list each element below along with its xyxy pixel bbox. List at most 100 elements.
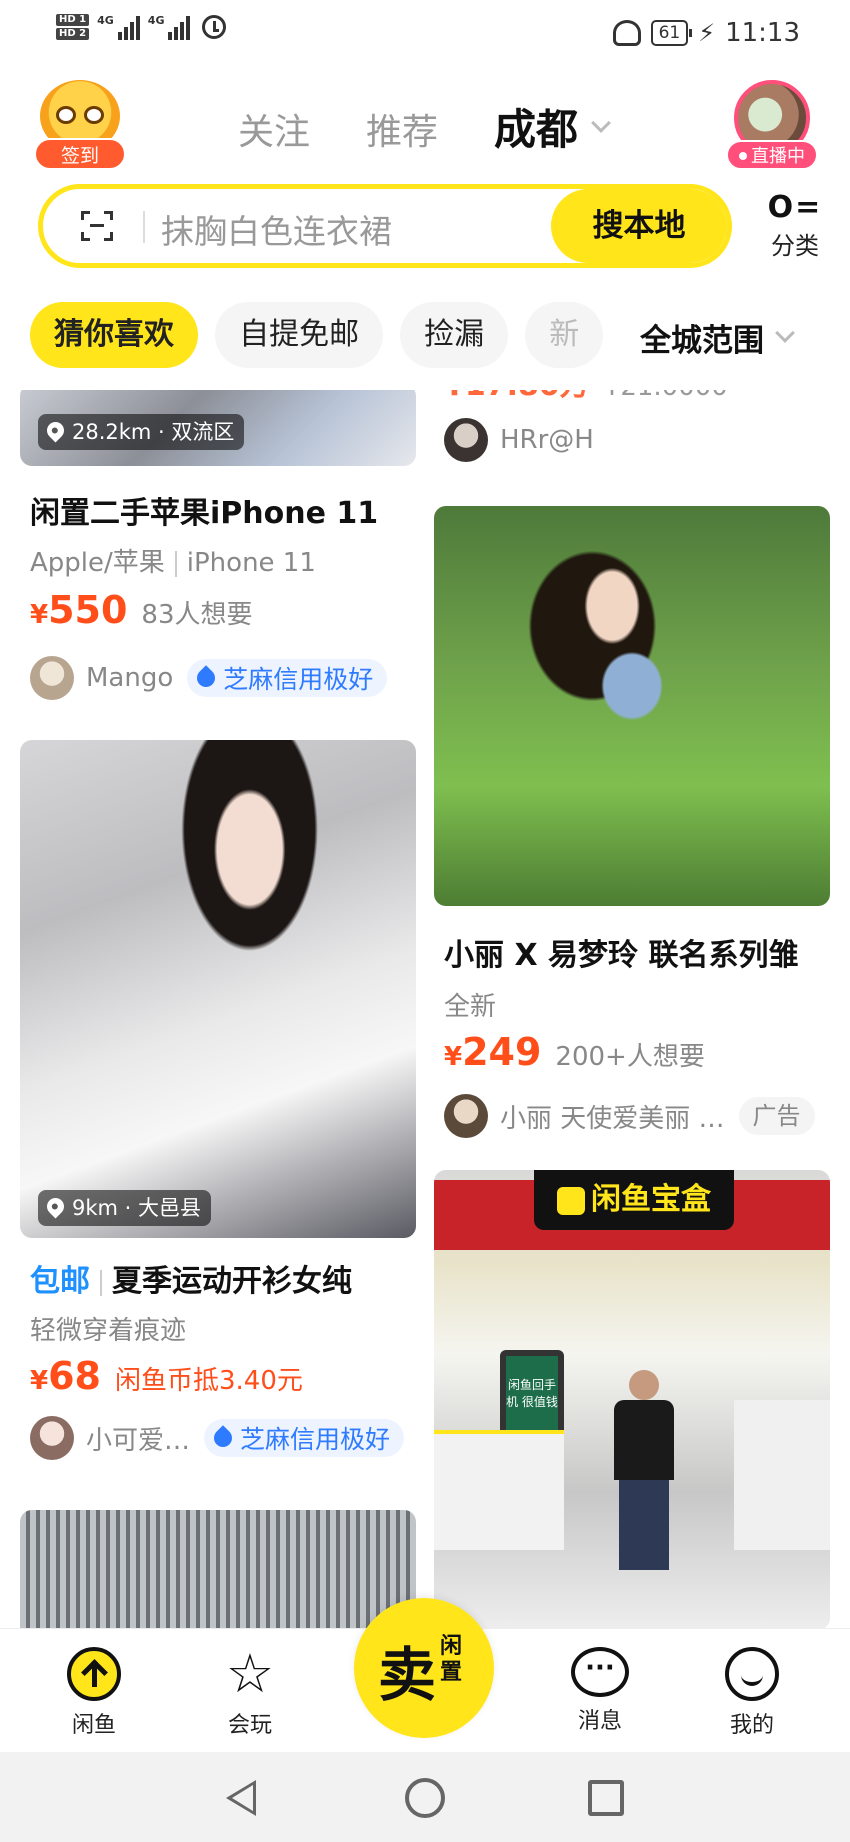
chip-new[interactable]: 新 — [525, 302, 604, 368]
tab-city[interactable]: 成都 — [494, 96, 578, 157]
product-subtitle: 轻微穿着痕迹 — [30, 1316, 187, 1346]
product-image — [20, 1510, 416, 1628]
person-figure — [614, 1370, 674, 1580]
seller-row: Mango 芝麻信用极好 — [30, 656, 388, 700]
location-pin-icon — [43, 1194, 68, 1219]
free-shipping-tag: 包邮 — [30, 1264, 90, 1299]
nav-play[interactable]: ☆ 会玩 — [200, 1647, 300, 1739]
product-image: 闲鱼宝盒 闲鱼回手机 很值钱 — [434, 1170, 830, 1628]
chip-bargain[interactable]: 捡漏 — [400, 302, 509, 368]
scan-icon[interactable] — [81, 211, 113, 241]
seller-avatar[interactable] — [444, 418, 488, 462]
hd2-label: HD 2 — [56, 28, 90, 40]
tab-recommend[interactable]: 推荐 — [366, 103, 438, 155]
separator — [100, 1269, 102, 1296]
hd1-label: HD 1 — [56, 14, 90, 26]
search-bar[interactable]: 抹胸白色连衣裙 搜本地 — [38, 184, 732, 268]
chevron-down-icon[interactable] — [591, 113, 611, 133]
product-brand-line: Apple/苹果 iPhone 11 — [30, 542, 316, 579]
separator — [174, 550, 177, 577]
search-divider — [143, 211, 145, 243]
price: 249 — [462, 1030, 542, 1074]
price: ¥17.80万 — [444, 390, 590, 404]
want-count: 200+人想要 — [555, 1042, 705, 1072]
signal-icon-2: 4G — [148, 14, 191, 40]
price-row: ¥ 249 200+人想要 — [444, 1030, 705, 1074]
nav-messages[interactable]: ··· 消息 — [550, 1647, 650, 1735]
seller-avatar[interactable] — [30, 656, 74, 700]
chip-free-shipping[interactable]: 自提免邮 — [215, 302, 384, 368]
charging-icon: ⚡ — [698, 19, 716, 47]
battery-icon: 61 — [650, 20, 692, 46]
product-card-dress[interactable]: 小丽 X 易梦玲 联名系列雏 全新 ¥ 249 200+人想要 小丽 天使爱美丽… — [434, 506, 830, 1146]
product-card-partial[interactable] — [20, 1510, 416, 1628]
search-local-button[interactable]: 搜本地 — [551, 189, 727, 263]
seller-name[interactable]: Mango — [86, 663, 173, 693]
nav-home[interactable]: 闲鱼 — [44, 1647, 144, 1739]
nav-mine[interactable]: 我的 — [702, 1647, 802, 1739]
product-card-store[interactable]: 闲鱼宝盒 闲鱼回手机 很值钱 — [434, 1170, 830, 1628]
category-button[interactable]: O= 分类 — [760, 190, 830, 261]
top-header: 签到 关注 推荐 成都 直播中 — [0, 78, 850, 170]
location-badge: 28.2km · 双流区 — [38, 414, 245, 450]
live-button[interactable]: 直播中 — [726, 80, 818, 170]
seller-name[interactable]: 小可爱… — [86, 1420, 190, 1457]
nav-play-label: 会玩 — [227, 1713, 272, 1738]
product-card-cardigan[interactable]: 9km · 大邑县 包邮 夏季运动开衫女纯 轻微穿着痕迹 ¥ 68 闲鱼币抵3.4… — [20, 740, 416, 1460]
banner-text: 闲鱼宝盒 — [591, 1182, 711, 1217]
home-circle-icon[interactable] — [405, 1778, 445, 1818]
chat-icon: ··· — [571, 1647, 629, 1697]
product-card-iphone[interactable]: 28.2km · 双流区 闲置二手苹果iPhone 11 Apple/苹果 iPh… — [20, 390, 416, 704]
kiosk-text: 闲鱼回手机 很值钱 — [506, 1378, 558, 1409]
product-subtitle: 全新 — [444, 992, 497, 1022]
product-card-car[interactable]: ¥17.80万 ¥21.0000 HRr@H — [434, 390, 830, 470]
seller-name[interactable]: HRr@H — [500, 425, 594, 455]
scope-selector[interactable]: 全城范围 — [618, 302, 850, 372]
seller-name[interactable]: 小丽 天使爱美丽 … — [500, 1098, 725, 1135]
credit-drop-icon — [193, 665, 219, 691]
location-pin-icon — [43, 418, 68, 443]
seller-row: HRr@H — [444, 418, 608, 462]
currency-symbol: ¥ — [444, 1042, 463, 1072]
tab-following[interactable]: 关注 — [238, 103, 310, 155]
nav-home-label: 闲鱼 — [71, 1713, 116, 1738]
currency-symbol: ¥ — [30, 1366, 49, 1396]
chip-guess-you-like[interactable]: 猜你喜欢 — [30, 302, 198, 368]
credit-drop-icon — [210, 1425, 236, 1451]
price-row: ¥ 68 闲鱼币抵3.40元 — [30, 1354, 303, 1398]
product-image — [434, 506, 830, 906]
recent-apps-icon[interactable] — [588, 1780, 624, 1816]
brand-text: Apple/苹果 — [30, 548, 165, 578]
feed-tabs: 关注 推荐 成都 — [238, 96, 611, 157]
location-text: 28.2km · 双流区 — [72, 420, 235, 444]
network-type-2: 4G — [147, 14, 165, 27]
live-label: 直播中 — [751, 146, 805, 167]
search-input[interactable]: 抹胸白色连衣裙 — [161, 205, 392, 253]
category-icon: O= — [767, 190, 823, 225]
currency-symbol: ¥ — [30, 600, 49, 630]
want-count: 83人想要 — [141, 600, 253, 630]
coin-discount: 闲鱼币抵3.40元 — [114, 1366, 303, 1396]
star-icon: ☆ — [225, 1642, 275, 1705]
price: 550 — [48, 588, 128, 632]
nav-mine-label: 我的 — [729, 1713, 774, 1738]
seller-avatar[interactable] — [444, 1094, 488, 1138]
credit-badge: 芝麻信用极好 — [187, 659, 388, 697]
system-nav-bar — [0, 1752, 850, 1842]
seller-row: 小可爱… 芝麻信用极好 — [30, 1416, 405, 1460]
chevron-down-icon — [775, 323, 795, 343]
product-title-text: 夏季运动开衫女纯 — [112, 1264, 352, 1299]
sell-big-label: 卖 — [378, 1641, 437, 1709]
location-text: 9km · 大邑县 — [72, 1196, 202, 1220]
seller-row: 小丽 天使爱美丽 … 广告 — [444, 1094, 815, 1138]
price-row: ¥ 550 83人想要 — [30, 588, 253, 632]
product-feed: 28.2km · 双流区 闲置二手苹果iPhone 11 Apple/苹果 iPh… — [0, 390, 850, 1628]
seller-avatar[interactable] — [30, 1416, 74, 1460]
back-icon[interactable] — [226, 1780, 256, 1816]
signal-icon: 4G — [97, 14, 140, 40]
banner-logo-icon — [557, 1186, 585, 1215]
product-title: 闲置二手苹果iPhone 11 — [30, 496, 379, 531]
live-dot-icon — [739, 152, 747, 160]
sign-in-button[interactable]: 签到 — [34, 80, 126, 170]
sell-button[interactable]: 卖 闲置 — [354, 1598, 494, 1738]
